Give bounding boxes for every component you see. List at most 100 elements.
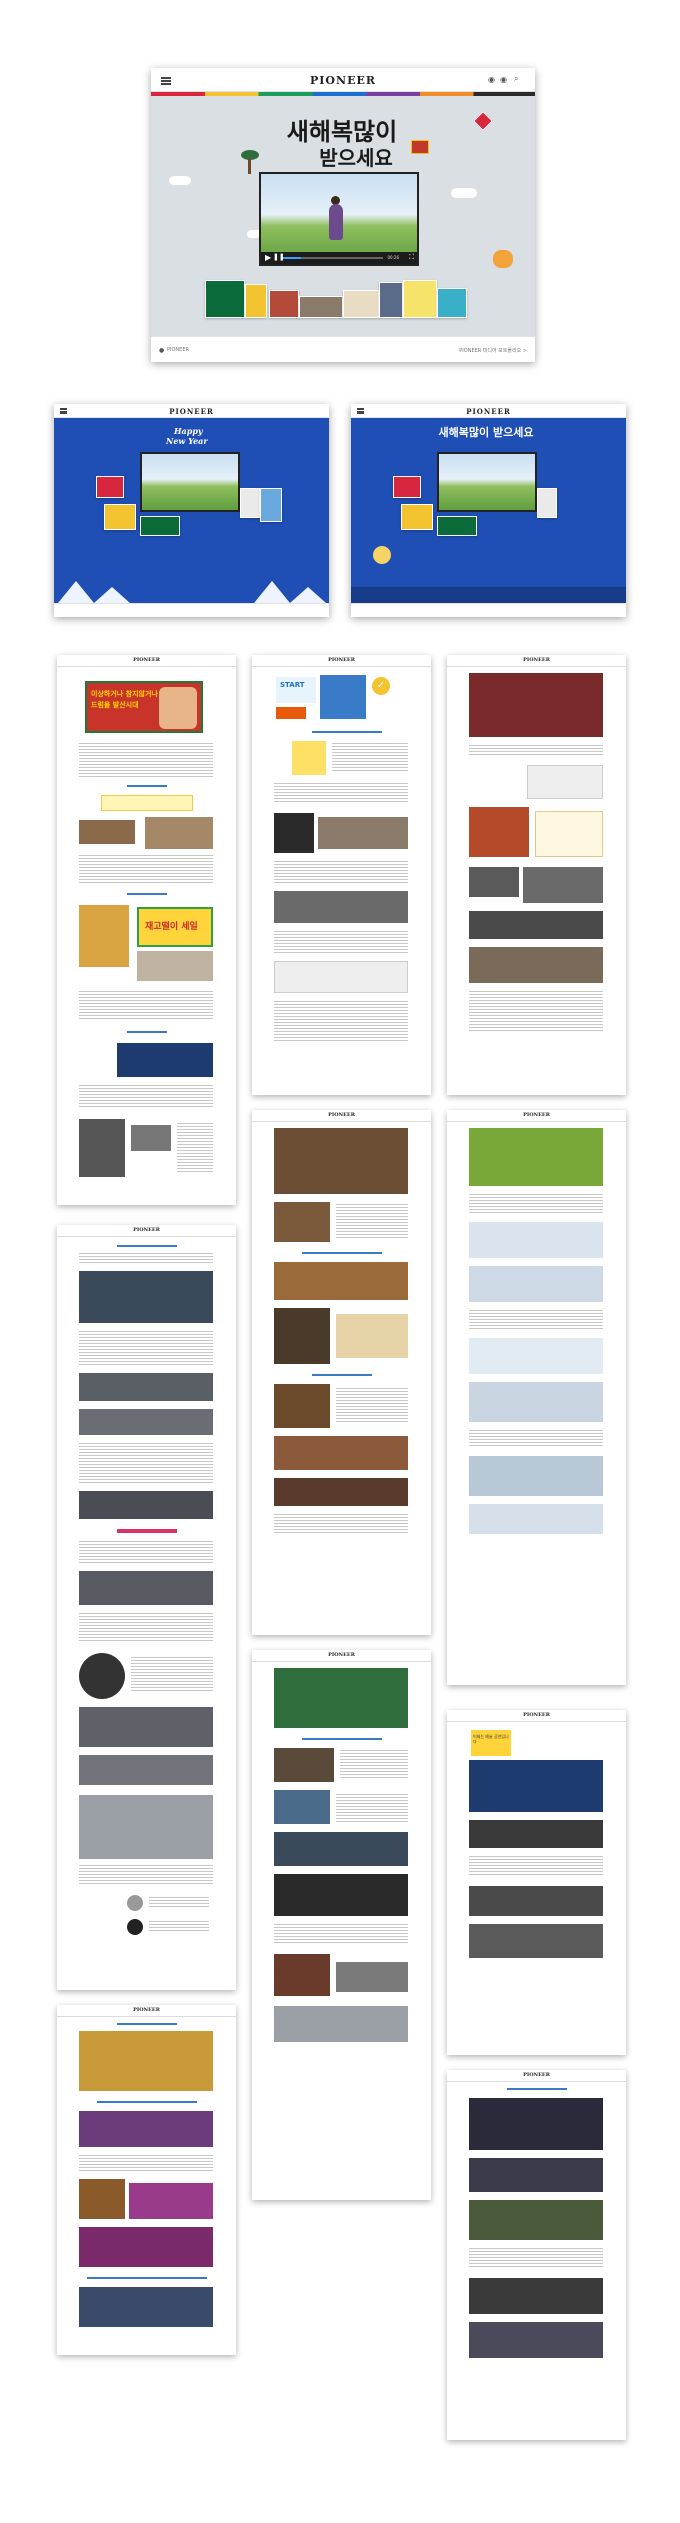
- caption: [302, 1738, 382, 1740]
- thumb-office[interactable]: [343, 290, 379, 318]
- thumb-people[interactable]: [299, 296, 343, 318]
- video-progress[interactable]: [283, 257, 383, 259]
- beige-card: [336, 1314, 408, 1358]
- photo: [318, 817, 408, 849]
- text-block: [340, 1750, 408, 1780]
- blue-right-video[interactable]: [437, 452, 537, 512]
- blue-left-thumb[interactable]: [260, 488, 282, 522]
- page-logo[interactable]: PIONEER: [252, 1112, 431, 1118]
- photo: [79, 1491, 213, 1519]
- article-page: PIONEER: [252, 1650, 431, 2200]
- text-block: [79, 2155, 213, 2171]
- page-logo[interactable]: PIONEER: [57, 2007, 236, 2013]
- blue-right-logo[interactable]: PIONEER: [351, 407, 626, 416]
- text-block: [336, 1388, 408, 1424]
- headline-sign: 이상하거나 참지않거나 드럼을 발산시대: [85, 681, 203, 733]
- yellow-notice: [101, 795, 193, 811]
- fullscreen-icon[interactable]: ⛶: [409, 253, 414, 262]
- blue-mockup-left: PIONEER Happy New Year: [54, 404, 329, 617]
- photo: [79, 1653, 125, 1699]
- photo: [274, 1832, 408, 1866]
- blue-right-thumb[interactable]: [393, 476, 421, 498]
- video-player[interactable]: ▶ ❚❚ 00:26 ⛶: [259, 172, 419, 266]
- thumb-sign[interactable]: [245, 284, 267, 318]
- photo: [469, 947, 603, 983]
- text-block: [149, 1921, 209, 1931]
- caption: [117, 1245, 177, 1247]
- blue-right-thumb[interactable]: [401, 504, 433, 530]
- thumb-portrait[interactable]: [379, 282, 403, 318]
- logo-small-icon: ●: [159, 347, 165, 354]
- thumb-starbucks[interactable]: [205, 280, 245, 318]
- photo: [79, 2111, 213, 2147]
- teaser-text: 이제는 예술 공연입니다: [473, 1734, 509, 1744]
- photo: [274, 1202, 330, 1242]
- blue-left-thumb[interactable]: [240, 488, 260, 518]
- play-icon[interactable]: ▶: [265, 253, 271, 262]
- hero-logo[interactable]: PIONEER: [151, 74, 535, 87]
- teaser-box: 이제는 예술 공연입니다: [471, 1730, 511, 1756]
- facebook-icon[interactable]: ◉: [500, 75, 507, 84]
- blue-right-thumb[interactable]: [537, 488, 557, 518]
- text-block: [79, 1613, 213, 1643]
- page-logo[interactable]: PIONEER: [252, 657, 431, 663]
- photo: [274, 1790, 330, 1824]
- text-block: [332, 743, 408, 773]
- article-page: PIONEER: [57, 1225, 236, 1990]
- page-header: PIONEER: [57, 655, 236, 667]
- blue-right-thumb[interactable]: [437, 516, 477, 536]
- photo: [469, 867, 519, 897]
- page-header: PIONEER: [57, 2005, 236, 2017]
- page-logo[interactable]: PIONEER: [447, 2072, 626, 2078]
- city-skyline: [351, 587, 626, 603]
- mountain: [290, 587, 326, 603]
- kakao-icon[interactable]: ◉: [488, 75, 495, 84]
- article-page: PIONEER 이제는 예술 공연입니다: [447, 1710, 626, 2055]
- page-logo[interactable]: PIONEER: [447, 657, 626, 663]
- text-block: [79, 1331, 213, 1365]
- blue-left-thumb[interactable]: [96, 476, 124, 498]
- page-logo[interactable]: PIONEER: [57, 1227, 236, 1233]
- photo: [469, 2322, 603, 2358]
- blue-right-footer: [351, 603, 626, 617]
- photo: [79, 1571, 213, 1605]
- photo: [469, 1924, 603, 1958]
- start-badge-text: START: [280, 681, 305, 689]
- photo: [469, 1128, 603, 1186]
- photo: [469, 1222, 603, 1258]
- photo: [469, 1338, 603, 1374]
- thumb-boxes[interactable]: [269, 290, 299, 318]
- thumb-cards[interactable]: [437, 288, 467, 318]
- headline-sign-text: 이상하거나 참지않거나 드럼을 발산시대: [91, 690, 158, 709]
- blue-left-video[interactable]: [140, 452, 240, 512]
- search-icon[interactable]: ⌕: [514, 74, 518, 84]
- photo: [79, 1271, 213, 1323]
- text-block: [274, 861, 408, 883]
- page-logo[interactable]: PIONEER: [447, 1112, 626, 1118]
- blue-left-badge-2: New Year: [166, 436, 208, 446]
- page-header: PIONEER: [252, 1650, 431, 1662]
- color-stripe: [151, 92, 535, 96]
- blue-left-badge-1: Happy: [174, 426, 203, 436]
- photo: [469, 1886, 603, 1916]
- hero-footer-right[interactable]: PIONEER 미디어 포트폴리오 >: [459, 347, 527, 354]
- video-progress-fill: [283, 257, 301, 259]
- text-block: [131, 1657, 213, 1693]
- blue-right-background: 새해복많이 받으세요: [351, 418, 626, 603]
- photo: [127, 1895, 143, 1911]
- page-logo[interactable]: PIONEER: [252, 1652, 431, 1658]
- photo: [274, 891, 408, 923]
- thumb-tags[interactable]: [403, 280, 437, 318]
- page-logo[interactable]: PIONEER: [447, 1712, 626, 1718]
- page-logo[interactable]: PIONEER: [57, 657, 236, 663]
- cloud-icon: [169, 176, 191, 185]
- text-block: [469, 991, 603, 1031]
- photo: [469, 2098, 603, 2150]
- hero-footer: ● PIONEER PIONEER 미디어 포트폴리오 >: [151, 336, 535, 362]
- cloud-icon: [451, 188, 477, 198]
- blue-left-thumb[interactable]: [104, 504, 136, 530]
- blue-left-logo[interactable]: PIONEER: [54, 407, 329, 416]
- check-icon: ✓: [372, 677, 390, 695]
- blue-right-topbar: PIONEER: [351, 404, 626, 418]
- blue-left-thumb[interactable]: [140, 516, 180, 536]
